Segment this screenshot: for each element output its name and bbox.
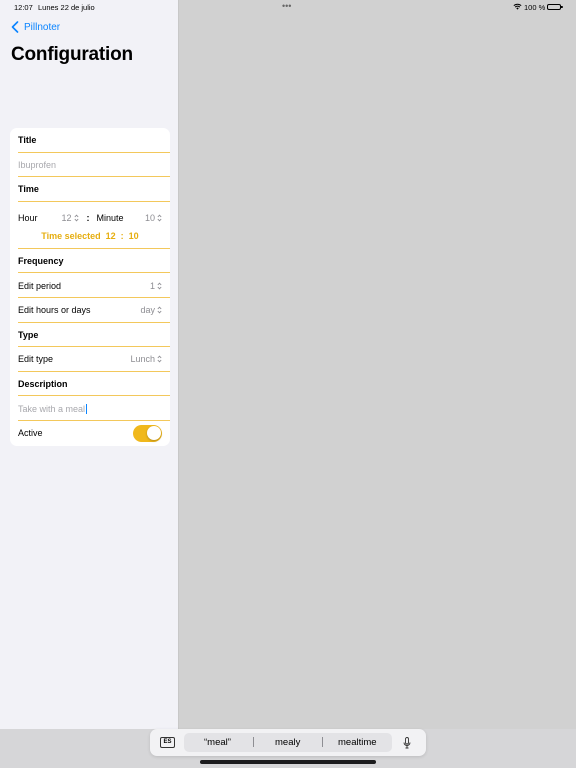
home-indicator[interactable] [200, 760, 376, 764]
edit-period-label: Edit period [18, 280, 62, 291]
title-placeholder: Ibuprofen [18, 159, 57, 170]
edit-hours-picker[interactable]: day [140, 305, 162, 315]
suggestion-item[interactable]: mealtime [338, 737, 377, 748]
minute-label: Minute [96, 212, 124, 223]
configuration-form: Title Ibuprofen Time Hour 12 : Minute 10 [10, 128, 170, 446]
language-key[interactable]: ES [160, 737, 175, 748]
frequency-header: Frequency [10, 249, 170, 274]
time-header: Time [10, 177, 170, 202]
chevron-updown-icon [157, 282, 162, 290]
edit-type-picker[interactable]: Lunch [130, 354, 162, 364]
edit-period-picker[interactable]: 1 [150, 281, 162, 291]
chevron-updown-icon [157, 306, 162, 314]
hour-label: Hour [18, 212, 38, 223]
back-button[interactable]: Pillnoter [11, 21, 60, 33]
chevron-updown-icon [157, 355, 162, 363]
description-header: Description [10, 372, 170, 397]
chevron-updown-icon [74, 214, 79, 222]
active-toggle[interactable] [133, 424, 162, 442]
time-selected-text: Time selected 12 : 10 [41, 230, 139, 241]
page-title: Configuration [11, 44, 133, 65]
keyboard-suggestion-bar: ES “meal” mealy mealtime [150, 729, 426, 756]
edit-period-row[interactable]: Edit period 1 [10, 273, 170, 298]
hour-picker[interactable]: 12 [62, 213, 79, 223]
sidebar-panel: Pillnoter Configuration Title Ibuprofen … [0, 0, 179, 768]
edit-hours-label: Edit hours or days [18, 305, 91, 316]
suggestion-divider [253, 737, 254, 747]
battery-icon [547, 3, 563, 10]
suggestion-item[interactable]: mealy [275, 737, 300, 748]
edit-type-row[interactable]: Edit type Lunch [10, 347, 170, 372]
title-input[interactable]: Ibuprofen [10, 153, 170, 178]
status-date: Lunes 22 de julio [38, 3, 95, 12]
chevron-left-icon [11, 21, 19, 33]
suggestion-item[interactable]: “meal” [204, 737, 231, 748]
suggestion-divider [322, 737, 323, 747]
time-picker-row: Hour 12 : Minute 10 Time selected 12 : 1… [10, 202, 170, 249]
text-cursor [86, 403, 88, 414]
active-label: Active [18, 428, 43, 439]
status-bar: 12:07 Lunes 22 de julio ••• 100 % [0, 0, 576, 14]
description-input[interactable]: Take with a meal [10, 396, 170, 421]
toggle-knob [146, 426, 161, 441]
back-label: Pillnoter [24, 21, 61, 33]
chevron-updown-icon [157, 214, 162, 222]
status-time: 12:07 [14, 3, 33, 12]
description-text: Take with a meal [18, 403, 86, 414]
wifi-icon [513, 3, 522, 10]
edit-hours-row[interactable]: Edit hours or days day [10, 298, 170, 323]
type-header: Type [10, 323, 170, 348]
battery-percent: 100 % [524, 3, 546, 12]
minute-picker[interactable]: 10 [145, 213, 162, 223]
multitask-dots[interactable]: ••• [282, 1, 291, 11]
time-separator: : [86, 212, 90, 223]
microphone-icon[interactable] [403, 737, 411, 749]
edit-type-label: Edit type [18, 354, 54, 365]
active-row: Active [10, 421, 170, 446]
title-header: Title [10, 128, 170, 153]
